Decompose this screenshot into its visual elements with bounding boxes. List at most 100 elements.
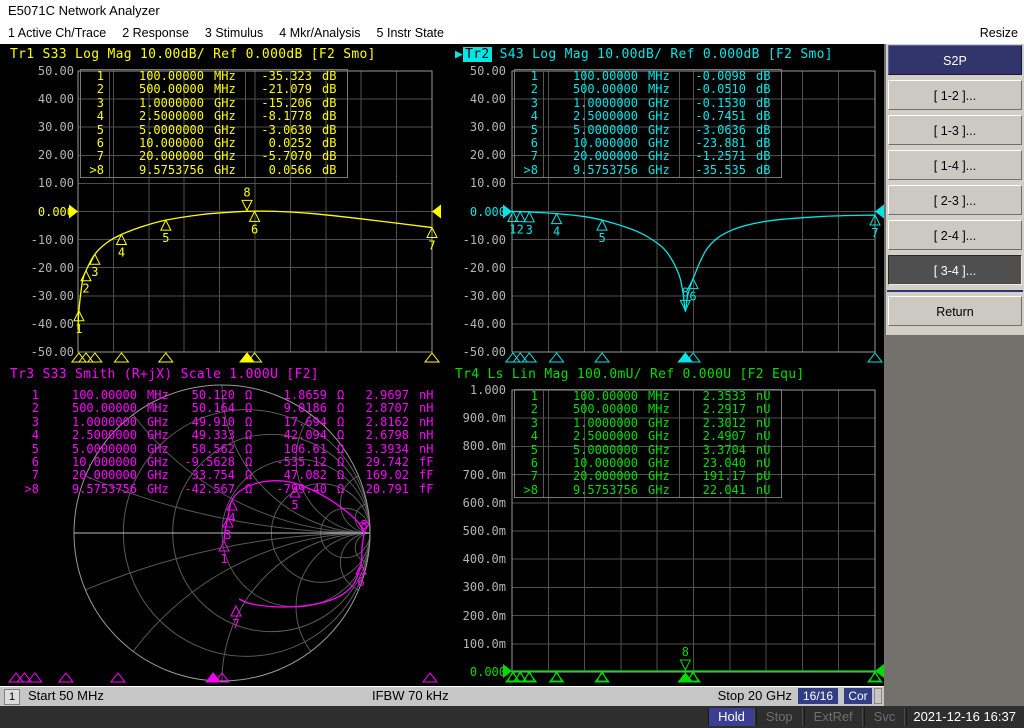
status-svc: Svc	[864, 708, 906, 726]
softkey-return[interactable]: Return	[888, 296, 1022, 326]
marker-cell: 10.000000	[44, 456, 142, 469]
marker-row: 42.5000000GHz49.333Ω42.094Ω2.6798nH	[18, 429, 438, 442]
svg-text:3: 3	[224, 528, 231, 542]
tr2-format: S43 Log Mag 10.00dB/ Ref 0.000dB [F2 Smo…	[492, 47, 833, 62]
marker-row: 2500.00000MHz-0.0510dB	[515, 83, 781, 96]
marker-cell: GHz	[643, 150, 679, 163]
marker-cell: 29.742	[352, 456, 414, 469]
tr3-label: Tr3	[10, 367, 34, 382]
y-label: 40.00	[448, 92, 506, 106]
tr2-label[interactable]: Tr2	[463, 47, 491, 62]
marker-cell: MHz	[142, 389, 174, 402]
marker-cell: GHz	[643, 124, 679, 137]
marker-row: 1100.00000MHz-35.323dB	[81, 70, 347, 83]
marker-cell: 5.0000000	[543, 444, 643, 457]
marker-cell: dB	[751, 137, 781, 150]
marker-cell: GHz	[209, 124, 245, 137]
marker-cell: 3.3934	[352, 443, 414, 456]
softkey-s2p[interactable]: S2P	[888, 45, 1022, 75]
marker-cell: 47.082	[260, 469, 332, 482]
marker-cell: 2.6798	[352, 429, 414, 442]
marker-cell: 50.164	[174, 402, 240, 415]
marker-cell: Ω	[240, 483, 260, 496]
marker-cell: MHz	[209, 70, 245, 83]
marker-cell: MHz	[209, 83, 245, 96]
tr1-label: Tr1	[10, 47, 34, 62]
tr2-header: ▶Tr2 S43 Log Mag 10.00dB/ Ref 0.000dB [F…	[455, 47, 833, 62]
marker-cell: GHz	[142, 416, 174, 429]
marker-row: >89.5753756GHz-35.535dB	[515, 164, 781, 177]
softkey-2-3[interactable]: [ 2-3 ]...	[888, 185, 1022, 215]
softkey-sidebar: S2P [ 1-2 ]... [ 1-3 ]... [ 1-4 ]... [ 2-3 ]…	[884, 44, 1024, 706]
marker-cell: Ω	[332, 443, 352, 456]
marker-cell: 4	[81, 110, 109, 123]
tr4-label: Tr4	[455, 367, 479, 382]
tr3-format: S33 Smith (R+jX) Scale 1.000U [F2]	[34, 367, 318, 382]
marker-row: 610.000000GHz0.0252dB	[81, 137, 347, 150]
marker-row: >89.5753756GHz0.0566dB	[81, 164, 347, 177]
tr4-marker-table: 1100.00000MHz2.3533nU2500.00000MHz2.2917…	[514, 389, 782, 498]
marker-cell: 106.61	[260, 443, 332, 456]
marker-cell: GHz	[142, 443, 174, 456]
marker-cell: MHz	[643, 70, 679, 83]
svg-text:6: 6	[689, 290, 696, 304]
marker-cell: GHz	[209, 137, 245, 150]
y-label: 300.0m	[448, 580, 506, 594]
marker-cell: dB	[751, 124, 781, 137]
marker-cell: 100.00000	[109, 70, 209, 83]
softkey-1-3[interactable]: [ 1-3 ]...	[888, 115, 1022, 145]
correction-badge: Cor	[844, 688, 872, 704]
marker-cell: dB	[317, 110, 347, 123]
softkey-3-4[interactable]: [ 3-4 ]...	[888, 255, 1022, 285]
y-label: 200.0m	[448, 609, 506, 623]
marker-cell: 1.0000000	[109, 97, 209, 110]
marker-cell: 1.0000000	[44, 416, 142, 429]
marker-cell: Ω	[332, 469, 352, 482]
marker-cell: 3	[81, 97, 109, 110]
marker-cell: GHz	[643, 137, 679, 150]
marker-cell: GHz	[643, 417, 679, 430]
marker-cell: dB	[317, 150, 347, 163]
y-label: 400.0m	[448, 552, 506, 566]
tr4-format: Ls Lin Mag 100.0mU/ Ref 0.000U [F2 Equ]	[479, 367, 804, 382]
marker-cell: 4	[18, 429, 44, 442]
marker-cell: dB	[317, 97, 347, 110]
marker-cell: nU	[751, 417, 781, 430]
y-label: 100.0m	[448, 637, 506, 651]
marker-cell: -1.2571	[679, 150, 751, 163]
marker-cell: 500.00000	[44, 402, 142, 415]
status-stop: Stop	[756, 708, 803, 726]
marker-cell: >8	[81, 164, 109, 177]
status-items: HoldStopExtRefSvc	[708, 708, 906, 726]
marker-cell: -23.881	[679, 137, 751, 150]
y-label: 600.0m	[448, 496, 506, 510]
marker-cell: 17.694	[260, 416, 332, 429]
marker-cell: Ω	[332, 416, 352, 429]
marker-cell: -0.0510	[679, 83, 751, 96]
marker-cell: GHz	[643, 164, 679, 177]
marker-cell: 7	[81, 150, 109, 163]
marker-cell: 5	[515, 124, 543, 137]
marker-cell: 2.8707	[352, 402, 414, 415]
y-label: 0.000	[448, 665, 506, 679]
softkey-1-2[interactable]: [ 1-2 ]...	[888, 80, 1022, 110]
marker-cell: 49.910	[174, 416, 240, 429]
softkey-1-4[interactable]: [ 1-4 ]...	[888, 150, 1022, 180]
marker-cell: Ω	[240, 429, 260, 442]
marker-cell: 33.754	[174, 469, 240, 482]
marker-cell: 4	[515, 110, 543, 123]
marker-cell: 2.2917	[679, 403, 751, 416]
marker-cell: dB	[751, 70, 781, 83]
marker-row: 55.0000000GHz58.562Ω106.61Ω3.3934nH	[18, 443, 438, 456]
marker-row: 31.0000000GHz-0.1530dB	[515, 97, 781, 110]
marker-cell: -9.5628	[174, 456, 240, 469]
channel-number: 1	[4, 689, 20, 705]
marker-row: 1100.00000MHz50.120Ω1.8659Ω2.9697nH	[18, 389, 438, 402]
marker-cell: -21.079	[245, 83, 317, 96]
marker-cell: fF	[414, 456, 438, 469]
marker-cell: 2.9697	[352, 389, 414, 402]
softkey-2-4[interactable]: [ 2-4 ]...	[888, 220, 1022, 250]
marker-cell: 3	[18, 416, 44, 429]
y-label: -50.00	[16, 345, 74, 359]
y-label: -30.00	[448, 289, 506, 303]
